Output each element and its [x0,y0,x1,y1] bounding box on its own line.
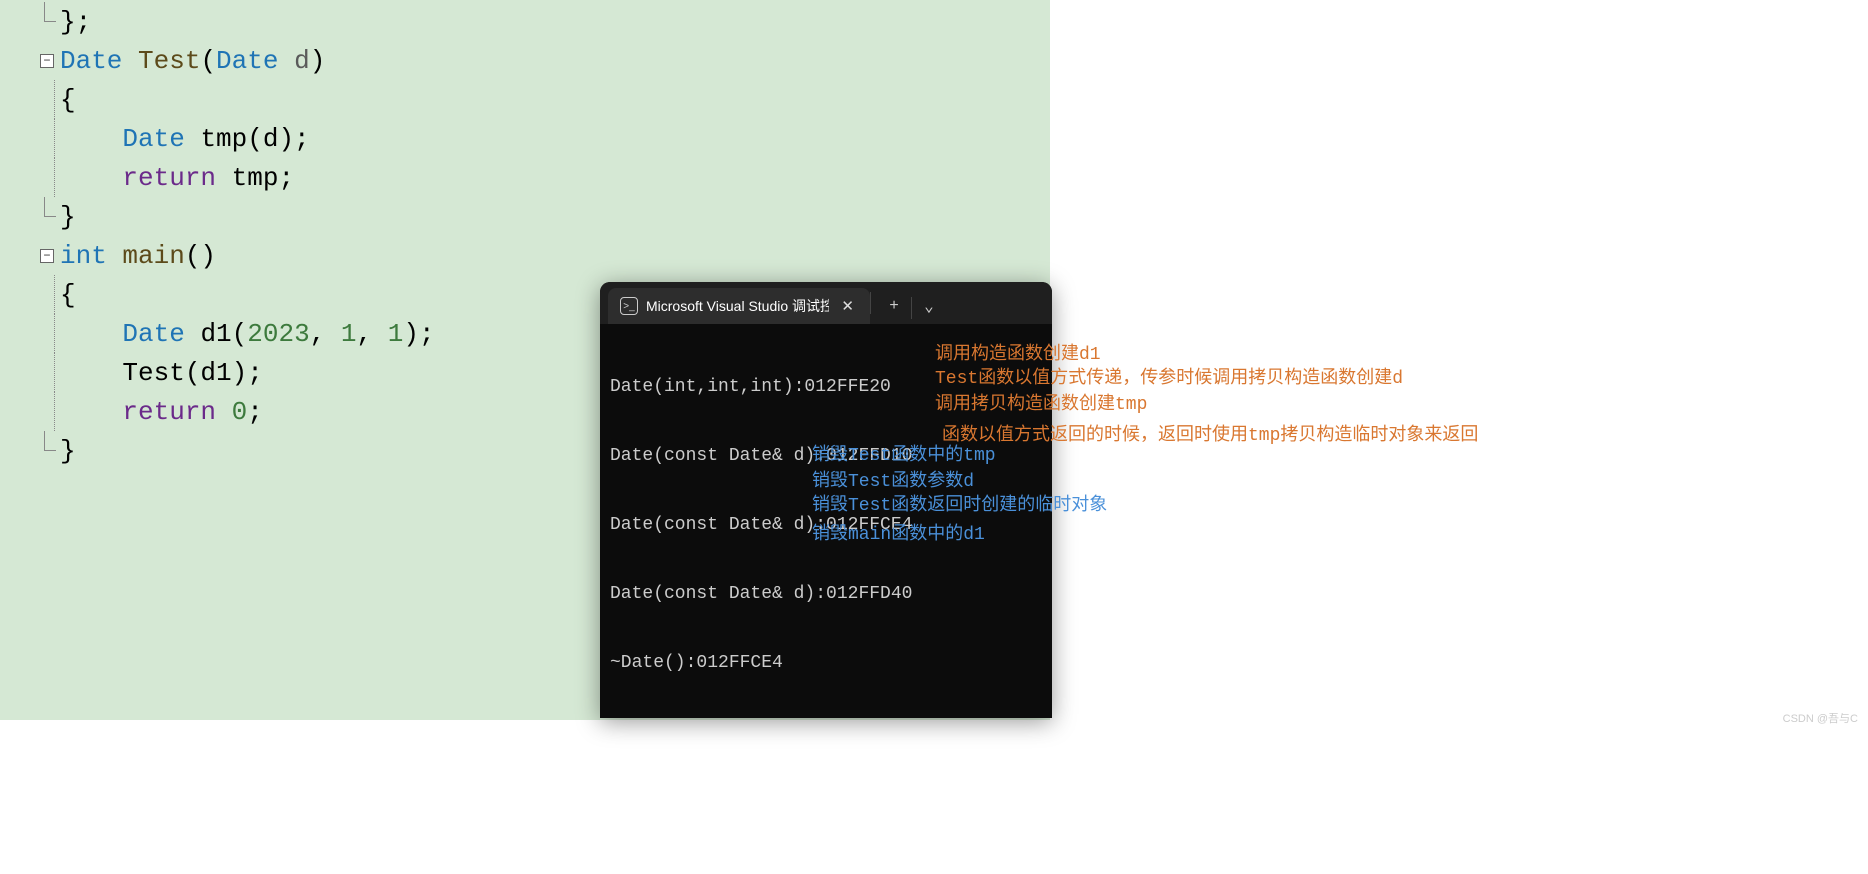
code-token: return [122,163,216,193]
annotation-label: 函数以值方式返回的时候，返回时使用tmp拷贝构造临时对象来返回 [942,420,1478,446]
code-token: 2023 [247,319,309,349]
code-token: { [60,85,76,115]
code-token: ; [247,397,263,427]
code-token: ) [310,46,326,76]
watermark: CSDN @吾与C [1783,710,1858,726]
annotation-label: 销毁main函数中的d1 [812,519,985,545]
annotation-label: 调用构造函数创建d1 [935,339,1101,365]
code-token: 0 [232,397,248,427]
terminal-tab[interactable]: >_ Microsoft Visual Studio 调试控 ✕ [608,288,870,324]
chevron-down-icon: ⌄ [924,296,934,316]
code-token: Date [60,46,122,76]
code-token: 1 [341,319,357,349]
annotation-label: 销毁Test函数中的tmp [812,440,996,466]
code-token: ( [200,46,216,76]
code-token: }; [60,7,91,37]
code-token: Test(d1); [122,358,262,388]
terminal-titlebar[interactable]: >_ Microsoft Visual Studio 调试控 ✕ + ⌄ [600,282,1052,324]
tab-dropdown-button[interactable]: ⌄ [912,291,946,321]
code-line: { [0,80,1050,119]
code-token: { [60,280,76,310]
code-token: tmp(d); [185,124,310,154]
code-token: d1( [185,319,247,349]
code-token: () [185,241,216,271]
code-token: , [310,319,341,349]
code-token: Test [122,46,200,76]
code-token: } [60,202,76,232]
code-token: return [122,397,216,427]
terminal-line: ~Date():012FFCE4 [610,652,1042,675]
terminal-app-icon: >_ [620,297,638,315]
code-token: } [60,436,76,466]
terminal-tab-controls: + ⌄ [877,282,946,324]
annotation-label: Test函数以值方式传递，传参时候调用拷贝构造函数创建d [935,363,1403,389]
terminal-tab-title: Microsoft Visual Studio 调试控 [646,296,829,316]
code-token: Date [122,319,184,349]
code-line: return tmp; [0,158,1050,197]
code-line: Date tmp(d); [0,119,1050,158]
fold-minus-icon[interactable]: − [40,249,54,263]
code-token: d [278,46,309,76]
fold-minus-icon[interactable]: − [40,54,54,68]
close-icon[interactable]: ✕ [837,297,858,315]
code-token: int [60,241,107,271]
code-token: Date [122,124,184,154]
annotation-label: 调用拷贝构造函数创建tmp [935,389,1147,415]
code-line: − int main() [0,236,1050,275]
divider [870,292,871,314]
code-line: − Date Test(Date d) [0,41,1050,80]
code-line: } [0,197,1050,236]
code-token: main [107,241,185,271]
code-token: , [357,319,388,349]
terminal-line: Date(const Date& d):012FFD40 [610,583,1042,606]
new-tab-button[interactable]: + [877,291,911,321]
code-token: Date [216,46,278,76]
code-token: tmp; [216,163,294,193]
code-token: 1 [388,319,404,349]
code-token: ); [403,319,434,349]
code-token [216,397,232,427]
annotation-label: 销毁Test函数参数d [812,466,974,492]
annotation-label: 销毁Test函数返回时创建的临时对象 [812,490,1107,516]
code-line: }; [0,2,1050,41]
